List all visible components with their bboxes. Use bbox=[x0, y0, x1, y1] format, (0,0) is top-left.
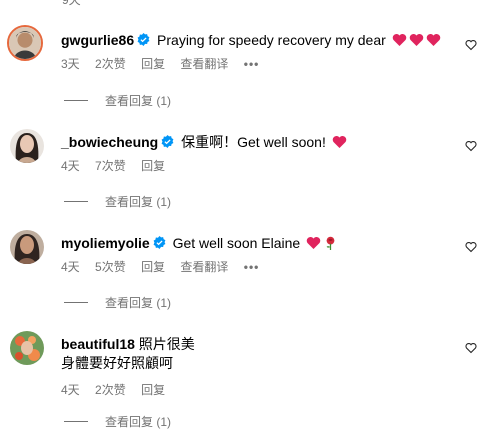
like-heart-icon[interactable] bbox=[465, 39, 477, 51]
comment-likes[interactable]: 5次赞 bbox=[95, 260, 126, 274]
comment-likes[interactable]: 7次赞 bbox=[95, 159, 126, 173]
comment-text: Praying for speedy recovery my dear bbox=[157, 32, 386, 48]
like-heart-icon[interactable] bbox=[465, 140, 477, 152]
comment-time[interactable]: 4天 bbox=[61, 383, 80, 397]
comment-username[interactable]: beautiful18 bbox=[61, 336, 135, 352]
view-replies-label: 查看回复 (1) bbox=[105, 94, 172, 108]
reply-button[interactable]: 回复 bbox=[141, 159, 165, 173]
translate-button[interactable]: 查看翻译 bbox=[180, 260, 228, 274]
reply-button[interactable]: 回复 bbox=[141, 260, 165, 274]
view-replies-label: 查看回复 (1) bbox=[105, 296, 172, 310]
divider-dash bbox=[64, 100, 88, 101]
more-options-icon[interactable]: ••• bbox=[244, 260, 260, 274]
view-replies-label: 查看回复 (1) bbox=[105, 195, 172, 209]
view-replies-button[interactable]: 查看回复 (1) bbox=[64, 294, 171, 311]
translate-button[interactable]: 查看翻译 bbox=[180, 57, 228, 71]
heart-emoji-icon bbox=[409, 34, 423, 46]
heart-emoji-icon bbox=[332, 136, 346, 148]
avatar[interactable] bbox=[10, 129, 44, 163]
avatar[interactable] bbox=[7, 25, 43, 61]
rose-emoji-icon bbox=[326, 236, 335, 250]
comment-username[interactable]: myoliemyolie bbox=[61, 235, 150, 251]
previous-comment-time: 9天 bbox=[62, 0, 81, 7]
divider-dash bbox=[64, 201, 88, 202]
comment-likes[interactable]: 2次赞 bbox=[95, 383, 126, 397]
more-options-icon[interactable]: ••• bbox=[244, 57, 260, 71]
heart-emoji-icon bbox=[306, 237, 321, 249]
verified-badge-icon bbox=[137, 33, 150, 46]
divider-dash bbox=[64, 302, 88, 303]
like-heart-icon[interactable] bbox=[465, 241, 477, 253]
comment-text: 保重啊！Get well soon! bbox=[181, 134, 326, 150]
view-replies-button[interactable]: 查看回复 (1) bbox=[64, 92, 171, 109]
verified-badge-icon bbox=[153, 236, 166, 249]
comment-text-line2: 身體要好好照顧呵 bbox=[61, 355, 173, 371]
view-replies-button[interactable]: 查看回复 (1) bbox=[64, 413, 171, 430]
view-replies-label: 查看回复 (1) bbox=[105, 415, 172, 429]
comment-time[interactable]: 3天 bbox=[61, 57, 80, 71]
comment-time[interactable]: 4天 bbox=[61, 159, 80, 173]
view-replies-button[interactable]: 查看回复 (1) bbox=[64, 193, 171, 210]
avatar[interactable] bbox=[10, 331, 44, 365]
like-heart-icon[interactable] bbox=[465, 342, 477, 354]
reply-button[interactable]: 回复 bbox=[141, 383, 165, 397]
comment-likes[interactable]: 2次赞 bbox=[95, 57, 126, 71]
heart-emoji-icon bbox=[426, 34, 440, 46]
comment-username[interactable]: _bowiecheung bbox=[61, 134, 158, 150]
verified-badge-icon bbox=[161, 135, 174, 148]
comment-username[interactable]: gwgurlie86 bbox=[61, 32, 134, 48]
divider-dash bbox=[64, 421, 88, 422]
comment-text: Get well soon Elaine bbox=[172, 235, 301, 251]
reply-button[interactable]: 回复 bbox=[141, 57, 165, 71]
comment-text: 照片很美 bbox=[138, 336, 195, 352]
avatar[interactable] bbox=[10, 230, 44, 264]
comment-time[interactable]: 4天 bbox=[61, 260, 80, 274]
heart-emoji-icon bbox=[392, 34, 406, 46]
